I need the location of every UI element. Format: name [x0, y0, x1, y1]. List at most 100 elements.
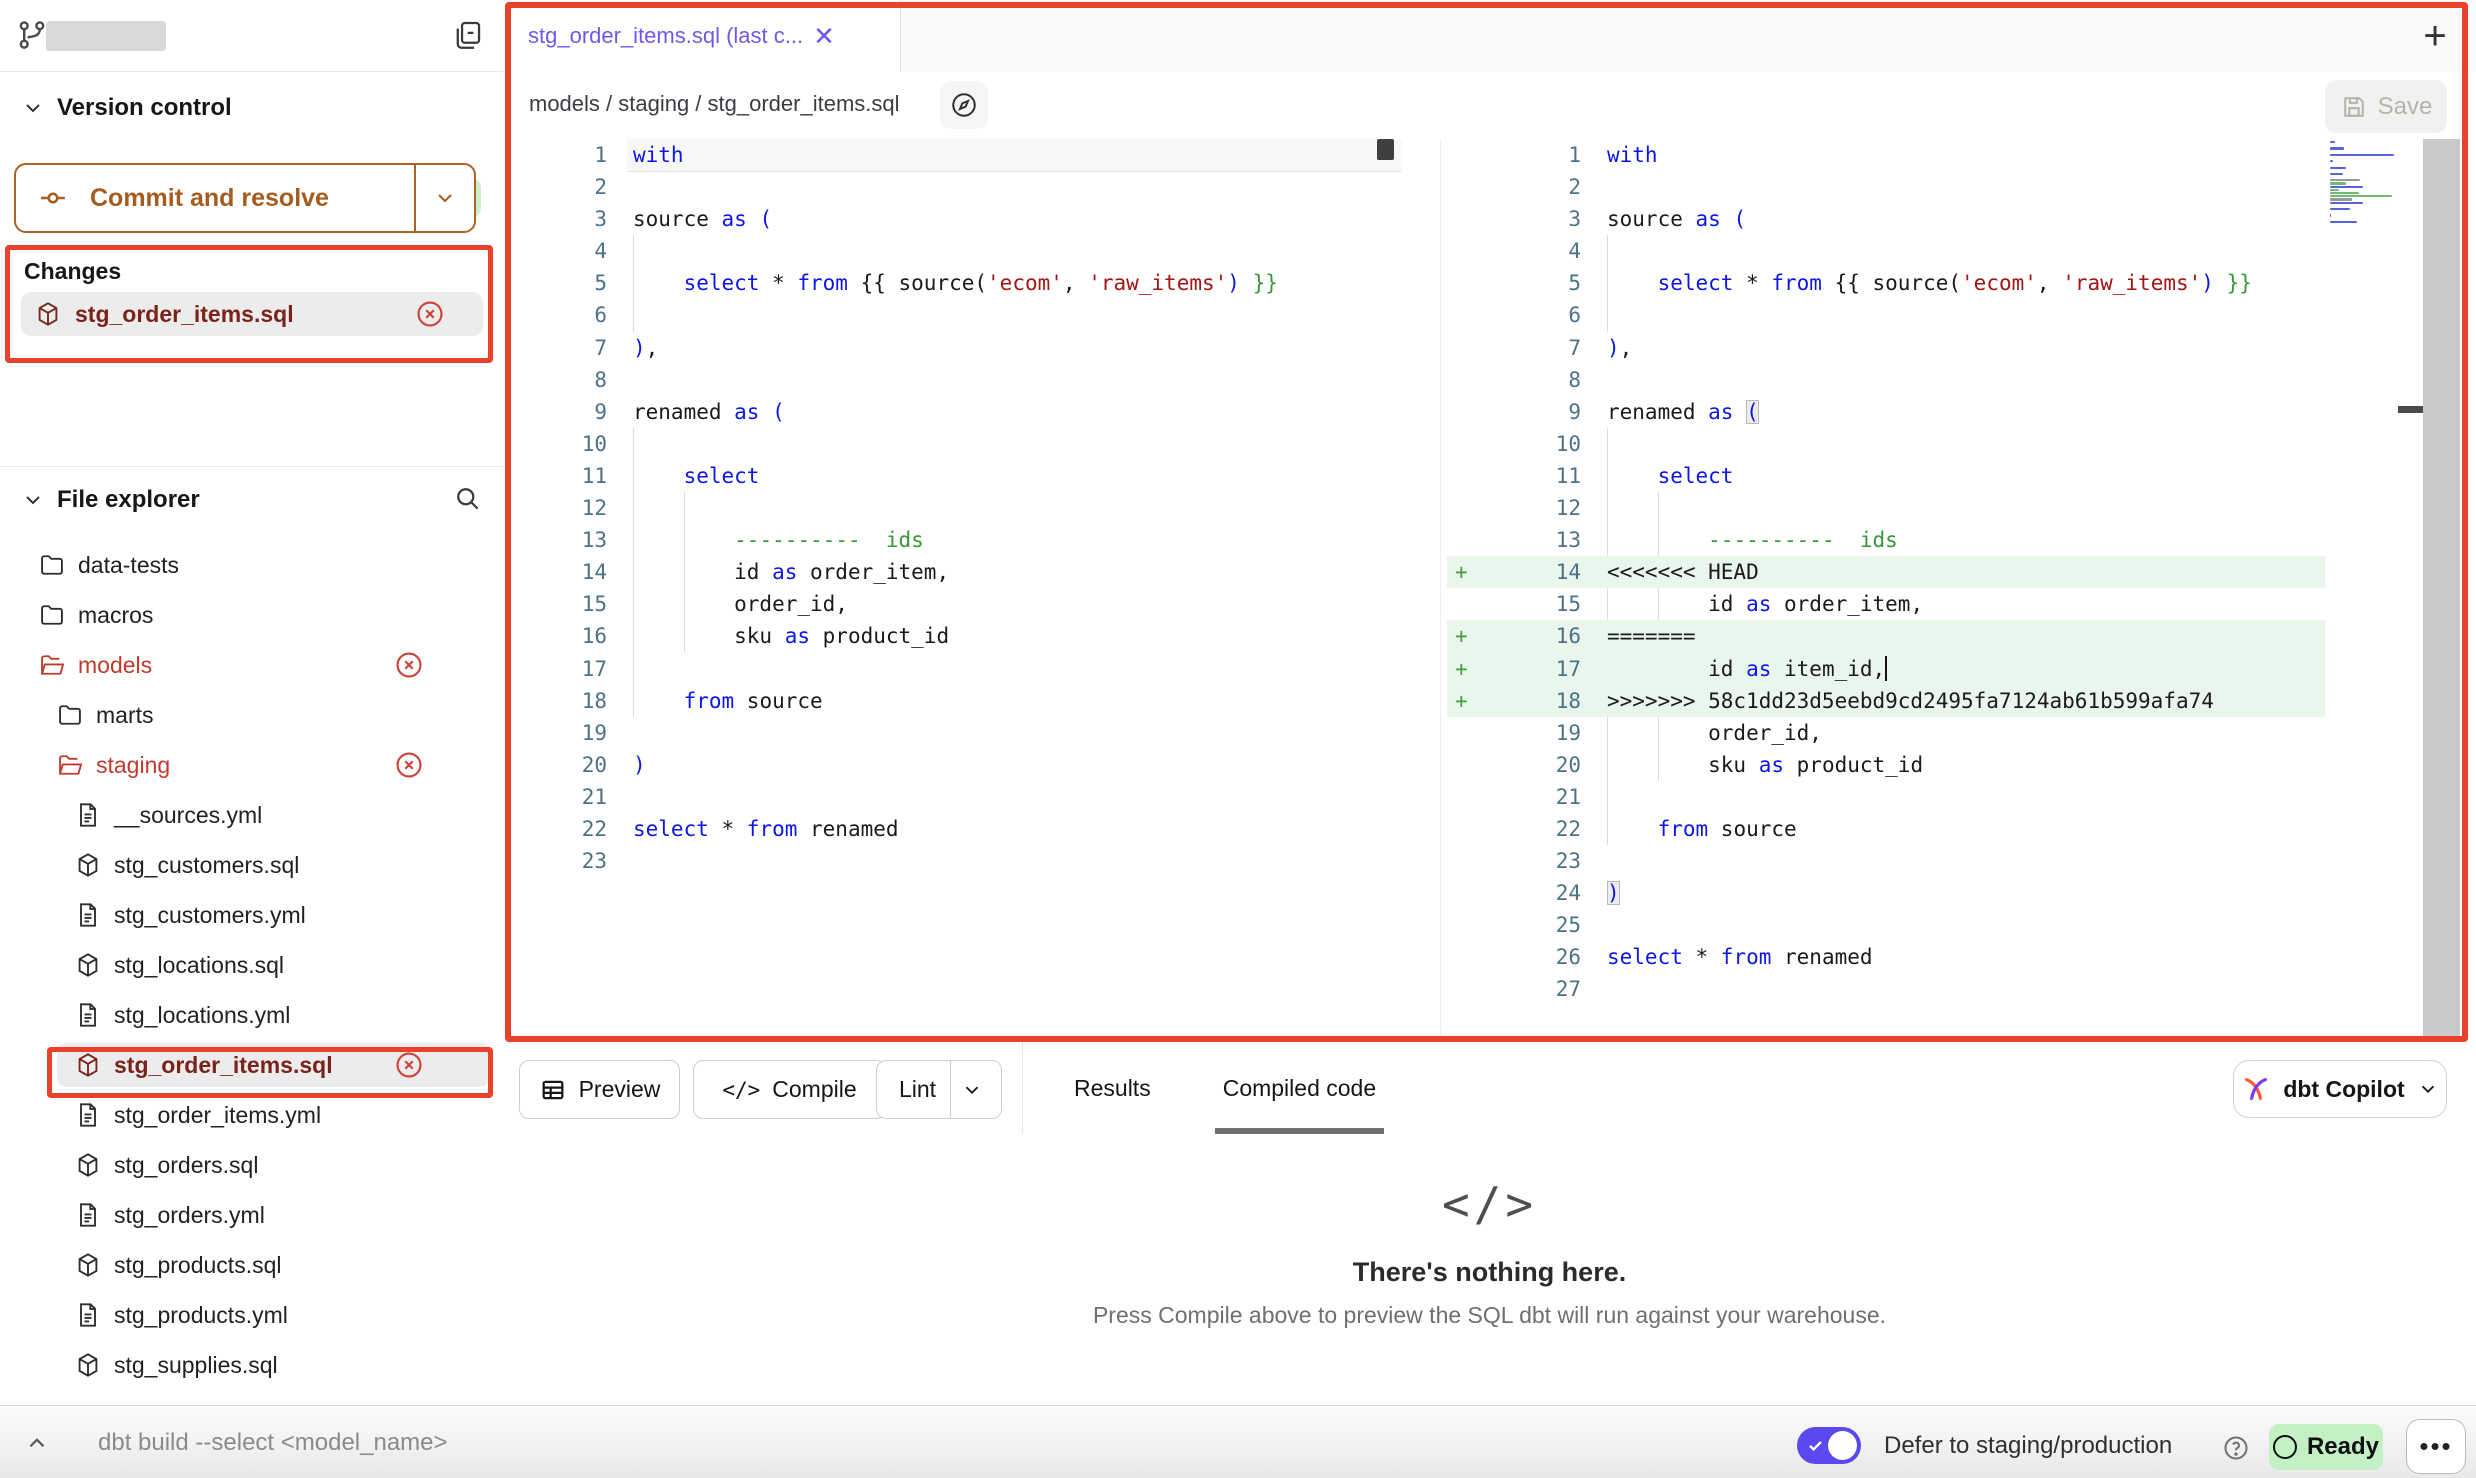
code-line: +14<<<<<<< HEAD — [1447, 556, 2325, 588]
commit-and-resolve-button[interactable]: Commit and resolve — [14, 163, 476, 233]
file-tree-item-staging[interactable]: staging — [0, 740, 503, 790]
compile-button[interactable]: </> Compile — [693, 1060, 886, 1119]
changes-heading: Changes — [24, 258, 121, 285]
code-line: 4 — [1447, 235, 2325, 267]
preview-button[interactable]: Preview — [519, 1060, 680, 1119]
file-tree-label: stg_order_items.yml — [114, 1102, 321, 1129]
chevron-down-icon — [2417, 1078, 2439, 1100]
code-editor-left[interactable]: 1with23source as (45 select * from {{ so… — [503, 139, 1402, 877]
defer-label: Defer to staging/production — [1884, 1432, 2172, 1460]
folder-open-icon — [38, 651, 66, 679]
code-line: +18>>>>>>> 58c1dd23d5eebd9cd2495fa7124ab… — [1447, 685, 2325, 717]
sidebar-top — [0, 0, 503, 72]
file-tree-item-stg_customers.sql[interactable]: stg_customers.sql — [0, 840, 503, 890]
code-line: 20 sku as product_id — [1447, 749, 2325, 781]
changed-file-row[interactable]: stg_order_items.sql — [21, 292, 483, 336]
tab-compiled-code[interactable]: Compiled code — [1197, 1042, 1402, 1134]
code-line: 22select * from renamed — [503, 813, 1402, 845]
code-line: 12 — [503, 492, 1402, 524]
table-icon — [539, 1076, 567, 1104]
file-tree-label: stg_orders.yml — [114, 1202, 265, 1229]
file-tree-item-stg_supplies.sql[interactable]: stg_supplies.sql — [0, 1340, 503, 1390]
copy-files-icon[interactable] — [450, 18, 484, 52]
right-pane-scrollbar[interactable] — [2423, 139, 2460, 1039]
file-tree-item-stg_orders.sql[interactable]: stg_orders.sql — [0, 1140, 503, 1190]
search-icon[interactable] — [452, 483, 482, 513]
file-tree-item-stg_order_items.yml[interactable]: stg_order_items.yml — [0, 1090, 503, 1140]
file-tree-item-data-tests[interactable]: data-tests — [0, 540, 503, 590]
file-tree-label: macros — [78, 602, 153, 629]
commit-button-label: Commit and resolve — [90, 184, 329, 213]
deleted-marker-icon[interactable] — [393, 649, 425, 681]
file-tree-item-stg_customers.yml[interactable]: stg_customers.yml — [0, 890, 503, 940]
file-tree-item-marts[interactable]: marts — [0, 690, 503, 740]
changed-file-name: stg_order_items.sql — [75, 301, 294, 328]
deleted-marker-icon[interactable] — [393, 1049, 425, 1081]
code-line: 8 — [1447, 364, 2325, 396]
new-tab-button[interactable]: + — [2411, 12, 2459, 60]
code-line: 1with — [1447, 139, 2325, 171]
code-line: 3source as ( — [503, 203, 1402, 235]
file-tree-item-stg_locations.yml[interactable]: stg_locations.yml — [0, 990, 503, 1040]
results-tabs: Results Compiled code — [1048, 1042, 1402, 1134]
tab-results[interactable]: Results — [1048, 1042, 1177, 1134]
file-tree-label: models — [78, 652, 152, 679]
code-line: 27 — [1447, 973, 2325, 1005]
discard-change-icon[interactable] — [414, 298, 446, 330]
tab-stg-order-items[interactable]: stg_order_items.sql (last c... ✕ — [503, 0, 901, 72]
file-tree-label: stg_customers.yml — [114, 902, 306, 929]
file-tree-item-stg_order_items.sql[interactable]: stg_order_items.sql — [0, 1040, 503, 1090]
check-icon — [1806, 1436, 1825, 1455]
code-line: 8 — [503, 364, 1402, 396]
code-line: 1with — [503, 139, 1402, 171]
results-tab-label: Results — [1074, 1075, 1151, 1102]
cube-icon — [74, 951, 102, 979]
commit-dropdown-button[interactable] — [414, 165, 474, 231]
save-button[interactable]: Save — [2325, 80, 2447, 133]
file-tree-item-macros[interactable]: macros — [0, 590, 503, 640]
file-tree-label: stg_orders.sql — [114, 1152, 258, 1179]
command-input[interactable] — [96, 1418, 1600, 1468]
version-control-header[interactable]: Version control 1 — [0, 88, 503, 128]
code-line: 18 from source — [503, 685, 1402, 717]
lint-button[interactable]: Lint — [876, 1060, 1002, 1119]
pane-divider — [1440, 139, 1441, 1042]
code-line: 20) — [503, 749, 1402, 781]
file-tree-item-models[interactable]: models — [0, 640, 503, 690]
code-line: 19 order_id, — [1447, 717, 2325, 749]
copilot-label: dbt Copilot — [2283, 1076, 2404, 1103]
code-line: +17 id as item_id, — [1447, 653, 2325, 685]
file-tree-item-__sources.yml[interactable]: __sources.yml — [0, 790, 503, 840]
bottom-toolbar: Preview </> Compile Lint Results Compile… — [503, 1042, 2476, 1136]
deleted-marker-icon[interactable] — [393, 749, 425, 781]
code-editor-right[interactable]: 1with23source as (45 select * from {{ so… — [1447, 139, 2325, 1006]
code-line: 13 ---------- ids — [1447, 524, 2325, 556]
dbt-copilot-button[interactable]: dbt Copilot — [2233, 1060, 2447, 1118]
chevron-up-icon[interactable] — [24, 1430, 50, 1456]
code-line: 6 — [503, 299, 1402, 331]
tab-close-icon[interactable]: ✕ — [813, 21, 835, 52]
file-tree-label: stg_locations.yml — [114, 1002, 290, 1029]
folder-icon — [56, 701, 84, 729]
code-line: 10 — [1447, 428, 2325, 460]
more-options-button[interactable]: ••• — [2406, 1419, 2466, 1474]
file-explorer-header[interactable]: File explorer — [0, 480, 503, 520]
file-tree-item-stg_locations.sql[interactable]: stg_locations.sql — [0, 940, 503, 990]
explore-lineage-button[interactable] — [940, 81, 988, 129]
help-icon[interactable] — [2222, 1434, 2250, 1462]
file-tree-item-stg_orders.yml[interactable]: stg_orders.yml — [0, 1190, 503, 1240]
code-line: 9renamed as ( — [503, 396, 1402, 428]
file-tree-item-stg_products.sql[interactable]: stg_products.sql — [0, 1240, 503, 1290]
file-tree-item-stg_products.yml[interactable]: stg_products.yml — [0, 1290, 503, 1340]
lint-dropdown-button[interactable] — [950, 1061, 993, 1118]
divider — [1022, 1042, 1023, 1134]
code-line: +16======= — [1447, 620, 2325, 652]
minimap[interactable] — [2330, 141, 2396, 227]
defer-toggle[interactable] — [1797, 1427, 1861, 1464]
status-badge[interactable]: Ready — [2269, 1424, 2383, 1470]
file-tree-label: stg_products.yml — [114, 1302, 288, 1329]
folder-icon — [38, 551, 66, 579]
code-line: 23 — [503, 845, 1402, 877]
left-pane-scrollbar-thumb[interactable] — [1377, 139, 1394, 160]
code-line: 15 order_id, — [503, 588, 1402, 620]
